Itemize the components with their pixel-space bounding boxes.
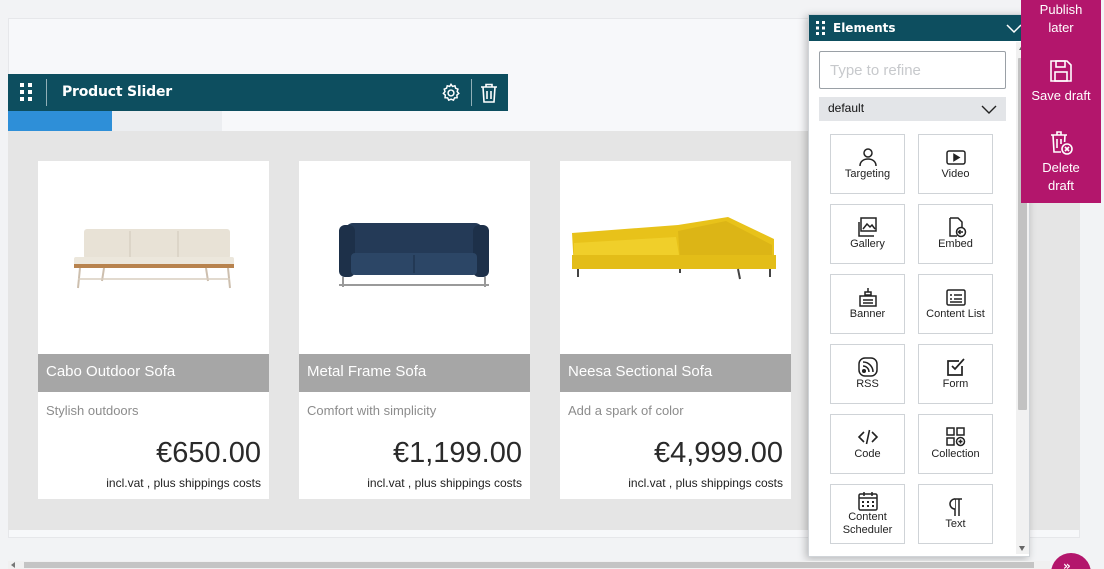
category-select-value: default: [828, 101, 865, 115]
element-tile-label: Form: [942, 378, 969, 390]
product-vat-note: incl.vat , plus shippings costs: [106, 476, 261, 490]
product-name-bar: Metal Frame Sofa: [299, 354, 530, 392]
element-tile-embed[interactable]: Embed: [918, 204, 993, 264]
expand-fab-button[interactable]: »: [1051, 553, 1091, 569]
elements-panel-header[interactable]: Elements: [809, 15, 1029, 41]
elements-panel-title: Elements: [833, 21, 896, 35]
product-name: Neesa Sectional Sofa: [568, 363, 713, 380]
toolbar-divider: [46, 79, 47, 106]
double-chevron-icon: »: [1063, 559, 1071, 569]
save-draft-label: Save draft: [1031, 88, 1091, 103]
product-card[interactable]: Metal Frame Sofa Comfort with simplicity…: [299, 161, 530, 499]
rss-icon: [858, 357, 878, 377]
horizontal-scrollbar[interactable]: [8, 561, 1050, 569]
delete-draft-label: Delete draft: [1042, 160, 1080, 193]
component-title: Product Slider: [62, 84, 172, 100]
product-vat-note: incl.vat , plus shippings costs: [367, 476, 522, 490]
product-name-bar: Cabo Outdoor Sofa: [38, 354, 269, 392]
product-image: [299, 161, 530, 354]
content-list-icon: [946, 289, 966, 306]
calendar-icon: [858, 492, 878, 511]
publish-later-button[interactable]: Publish later: [1021, 1, 1101, 37]
element-tile-content-list[interactable]: Content List: [918, 274, 993, 334]
product-card[interactable]: Neesa Sectional Sofa Add a spark of colo…: [560, 161, 791, 499]
gallery-icon: [858, 217, 877, 237]
element-tile-form[interactable]: Form: [918, 344, 993, 404]
collection-icon: [946, 427, 966, 447]
banner-icon: [859, 288, 877, 307]
delete-draft-button[interactable]: Delete draft: [1021, 130, 1101, 195]
product-vat-note: incl.vat , plus shippings costs: [628, 476, 783, 490]
element-tile-label: Content Scheduler: [842, 511, 893, 536]
element-tile-label: Targeting: [844, 168, 891, 180]
element-tile-targeting[interactable]: Targeting: [830, 134, 905, 194]
draft-actions-bar: Publish later Save draft Delete draft: [1021, 0, 1101, 203]
scrollbar-thumb[interactable]: [24, 562, 1034, 568]
element-tile-label: Gallery: [850, 238, 885, 250]
chevron-down-icon[interactable]: [1006, 22, 1022, 34]
product-image: [38, 161, 269, 354]
product-card[interactable]: Cabo Outdoor Sofa Stylish outdoors €650.…: [38, 161, 269, 499]
product-price: €4,999.00: [653, 437, 783, 469]
trash-icon[interactable]: [479, 82, 499, 104]
chevron-down-icon: [981, 105, 997, 114]
element-tile-label: RSS: [856, 378, 879, 390]
element-tile-rss[interactable]: RSS: [830, 344, 905, 404]
search-input[interactable]: [819, 51, 1006, 89]
person-icon: [859, 148, 877, 167]
product-name-bar: Neesa Sectional Sofa: [560, 354, 791, 392]
product-description: Add a spark of color: [568, 403, 684, 418]
element-tile-content-scheduler[interactable]: Content Scheduler: [830, 484, 905, 544]
element-tile-label: Text: [945, 518, 966, 530]
scroll-left-arrow-icon[interactable]: [11, 562, 15, 568]
element-tile-label: Banner: [849, 308, 886, 320]
product-name: Cabo Outdoor Sofa: [46, 363, 176, 380]
component-toolbar: Product Slider: [8, 74, 508, 111]
toolbar-divider: [471, 79, 472, 106]
embed-icon: [949, 217, 967, 238]
save-draft-button[interactable]: Save draft: [1021, 58, 1101, 105]
drag-grip-icon[interactable]: [816, 21, 826, 35]
product-description: Stylish outdoors: [46, 403, 139, 418]
product-name: Metal Frame Sofa: [307, 363, 427, 380]
gear-icon[interactable]: [440, 82, 462, 104]
product-price: €650.00: [156, 437, 261, 469]
pilcrow-icon: [949, 498, 962, 516]
element-tile-banner[interactable]: Banner: [830, 274, 905, 334]
delete-draft-icon: [1051, 131, 1073, 155]
element-tile-collection[interactable]: Collection: [918, 414, 993, 474]
element-tile-label: Collection: [931, 448, 980, 460]
slider-tab-active[interactable]: [8, 111, 112, 131]
floppy-disk-icon: [1050, 60, 1072, 82]
category-select[interactable]: default: [819, 97, 1006, 121]
product-image: [560, 161, 791, 354]
product-price: €1,199.00: [392, 437, 522, 469]
product-description: Comfort with simplicity: [307, 403, 437, 418]
element-tile-label: Code: [854, 448, 881, 460]
elements-panel: Elements default Targeting Video Gallery…: [808, 14, 1030, 557]
element-tile-code[interactable]: Code: [830, 414, 905, 474]
element-tile-label: Content List: [926, 308, 985, 320]
element-tile-video[interactable]: Video: [918, 134, 993, 194]
element-tile-label: Video: [941, 168, 970, 180]
form-checkbox-icon: [947, 358, 965, 376]
scroll-down-arrow-icon[interactable]: [1019, 546, 1025, 551]
code-icon: [857, 429, 879, 445]
element-tile-label: Embed: [938, 238, 973, 250]
drag-grip-icon[interactable]: [20, 83, 34, 101]
publish-later-label: Publish later: [1039, 2, 1083, 35]
element-tile-gallery[interactable]: Gallery: [830, 204, 905, 264]
element-tile-text[interactable]: Text: [918, 484, 993, 544]
video-play-icon: [946, 150, 966, 165]
